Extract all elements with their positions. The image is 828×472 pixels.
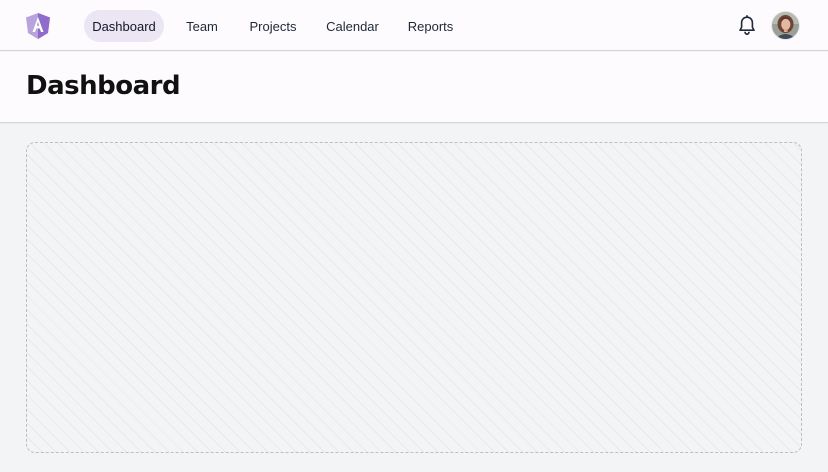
nav-item-calendar[interactable]: Calendar bbox=[317, 10, 388, 42]
nav-item-team[interactable]: Team bbox=[176, 10, 228, 42]
content-placeholder bbox=[26, 142, 802, 453]
nav-item-dashboard[interactable]: Dashboard bbox=[84, 10, 164, 42]
nav-item-label: Team bbox=[186, 18, 218, 34]
nav-item-reports[interactable]: Reports bbox=[399, 10, 462, 42]
top-navigation-bar: Dashboard Team Projects Calendar Reports bbox=[0, 0, 828, 51]
avatar[interactable] bbox=[772, 12, 799, 39]
nav-item-label: Calendar bbox=[326, 18, 379, 34]
nav-item-projects[interactable]: Projects bbox=[240, 10, 306, 42]
bell-icon[interactable] bbox=[737, 15, 757, 37]
brand-logo-icon[interactable] bbox=[26, 13, 50, 39]
nav-item-label: Reports bbox=[407, 18, 454, 34]
nav-item-label: Dashboard bbox=[92, 18, 156, 34]
user-avatar-image bbox=[772, 12, 799, 39]
page-header: Dashboard bbox=[0, 52, 828, 123]
nav-item-label: Projects bbox=[249, 18, 297, 34]
page-title: Dashboard bbox=[26, 71, 181, 101]
